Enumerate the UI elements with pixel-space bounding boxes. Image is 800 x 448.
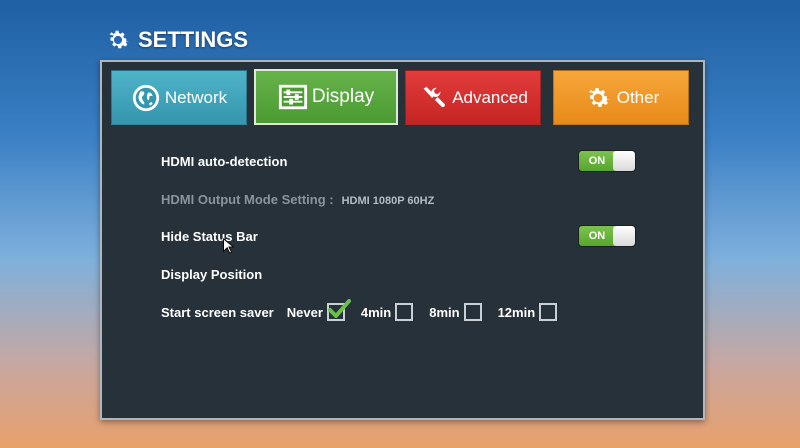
screen-saver-row: Start screen saver Never 4min 8min 12min [161, 299, 573, 321]
screen-saver-option-never[interactable]: Never [286, 299, 351, 321]
gear-icon [588, 87, 610, 107]
tab-other[interactable]: Other [553, 70, 689, 125]
checkbox-checked[interactable] [326, 299, 351, 321]
tab-network[interactable]: Network [111, 70, 247, 125]
option-label: Never [286, 304, 323, 320]
hide-status-bar-toggle[interactable]: ON [578, 225, 636, 247]
hdmi-output-mode-row: HDMI Output Mode Setting : HDMI 1080P 60H… [161, 192, 434, 207]
hdmi-output-mode-label: HDMI Output Mode Setting : [161, 192, 334, 207]
option-label: 4min [360, 304, 392, 320]
tools-icon [421, 86, 446, 109]
checkmark-icon [327, 299, 351, 318]
hdmi-auto-detection-toggle[interactable]: ON [578, 150, 636, 172]
tab-advanced[interactable]: Advanced [405, 70, 541, 125]
screen-saver-label: Start screen saver [161, 304, 274, 320]
screen-saver-option-8min[interactable]: 8min [429, 303, 482, 321]
checkbox[interactable] [539, 303, 558, 321]
checkbox[interactable] [463, 303, 482, 321]
tab-other-label: Other [616, 87, 660, 107]
hdmi-output-mode-value: HDMI 1080P 60HZ [341, 195, 435, 207]
tab-display-label: Display [311, 86, 375, 107]
hdmi-auto-detection-label: HDMI auto-detection [161, 154, 288, 169]
toggle-knob [613, 151, 635, 171]
display-position-item[interactable]: Display Position [161, 267, 262, 282]
checkbox[interactable] [395, 303, 414, 321]
toggle-state: ON [579, 226, 615, 246]
gear-icon [109, 30, 129, 49]
hide-status-bar-label: Hide Status Bar [161, 229, 258, 244]
sliders-icon [278, 84, 307, 110]
settings-panel: Network Display Advanced Other HDMI auto… [100, 60, 705, 420]
screen-saver-option-12min[interactable]: 12min [498, 303, 558, 321]
page-title: SETTINGS [138, 27, 249, 52]
settings-header: SETTINGS [104, 25, 248, 55]
toggle-state: ON [579, 151, 615, 171]
tab-network-label: Network [164, 87, 228, 107]
option-label: 8min [429, 304, 460, 320]
tab-advanced-label: Advanced [452, 87, 528, 107]
tab-display[interactable]: Display [254, 69, 398, 125]
globe-icon [132, 84, 159, 111]
option-label: 12min [497, 304, 536, 320]
toggle-knob [613, 226, 635, 246]
mouse-pointer-icon [223, 238, 234, 254]
screen-saver-option-4min[interactable]: 4min [360, 303, 414, 321]
